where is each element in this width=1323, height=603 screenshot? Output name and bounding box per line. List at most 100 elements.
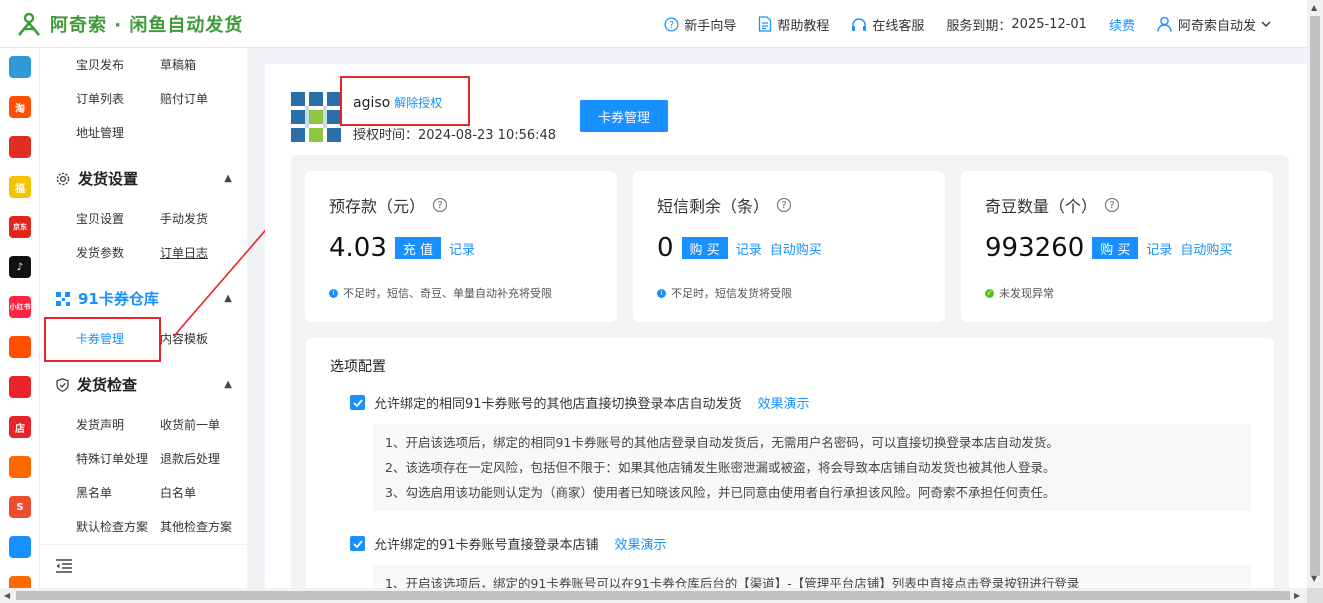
help-tutorial-link[interactable]: 帮助教程 [758, 15, 829, 34]
menu-item-special-orders[interactable]: 特殊订单处理 [76, 450, 148, 467]
app-title: 阿奇索 · 闲鱼自动发货 [50, 14, 244, 36]
buy-button[interactable]: 购 买 [681, 237, 728, 259]
stat-value: 993260 [985, 233, 1085, 263]
shopee-icon[interactable]: S [9, 496, 31, 518]
thumb-icon[interactable] [9, 376, 31, 398]
scroll-up-icon[interactable]: ▲ [1311, 3, 1317, 12]
scrollbar-corner [1307, 588, 1323, 603]
xiaohongshu-icon[interactable]: 小红书 [9, 296, 31, 318]
horizontal-scrollbar[interactable]: ◀ ▶ [0, 588, 1307, 603]
dian-icon[interactable]: 店 [9, 416, 31, 438]
scroll-left-icon[interactable]: ◀ [4, 591, 10, 600]
menu-collapse-icon[interactable] [56, 559, 72, 573]
options-section: 选项配置 允许绑定的相同91卡券账号的其他店直接切换登录本店自动发货 效果演示 … [306, 338, 1274, 588]
vertical-scroll-thumb[interactable] [1310, 16, 1320, 576]
demo-link[interactable]: 效果演示 [758, 393, 810, 412]
menu-item-publish[interactable]: 宝贝发布 [76, 56, 124, 73]
options-title: 选项配置 [330, 359, 386, 375]
more-icon[interactable] [9, 576, 31, 588]
fuli-icon[interactable]: 福 [9, 176, 31, 198]
auto-buy-link[interactable]: 自动购买 [1180, 239, 1232, 258]
card-management-button[interactable]: 卡券管理 [580, 100, 668, 132]
chevron-up-icon: ▲ [224, 379, 232, 390]
record-link[interactable]: 记录 [449, 239, 475, 258]
stat-card-deposit: 预存款（元）? 4.03 充 值 记录 i 不足时，短信、奇豆、单量自动补充将受限 [305, 171, 617, 322]
shield-check-icon [56, 377, 69, 392]
service-expiry-label: 服务到期： [946, 18, 1012, 34]
buy-button[interactable]: 购 买 [1092, 237, 1139, 259]
group-title: 91卡券仓库 [78, 290, 159, 308]
menu-item-address[interactable]: 地址管理 [76, 124, 124, 141]
menu-item-other-check[interactable]: 其他检查方案 [160, 518, 232, 535]
stats-panel: 预存款（元）? 4.03 充 值 记录 i 不足时，短信、奇豆、单量自动补充将受限… [291, 155, 1289, 588]
pinduoduo-icon[interactable] [9, 136, 31, 158]
stat-note: 未发现异常 [999, 287, 1054, 300]
check-circle-icon: ✓ [985, 288, 994, 298]
main-content: agiso 解除授权 授权时间：2024-08-23 10:56:48 卡券管理 … [265, 64, 1307, 588]
jd-icon[interactable]: 京东 [9, 216, 31, 238]
recharge-button[interactable]: 充 值 [394, 237, 442, 259]
tutorial-label: 帮助教程 [777, 18, 830, 34]
menu-item-item-settings[interactable]: 宝贝设置 [76, 210, 124, 227]
stat-label: 短信剩余（条） [657, 197, 770, 216]
help-icon[interactable]: ? [777, 198, 792, 212]
qr-icon [56, 291, 70, 306]
card-warehouse-logo-icon [291, 92, 341, 142]
menu-group-delivery-check[interactable]: 发货检查 ▲ [56, 374, 232, 395]
checkmark-icon [352, 539, 363, 548]
menu-item-blacklist[interactable]: 黑名单 [76, 484, 112, 501]
menu-item-delivery-statement[interactable]: 发货声明 [76, 416, 124, 433]
option-description: 1、开启该选项后，绑定的相同91卡券账号的其他店登录自动发货后，无需用户名密码，… [373, 424, 1251, 511]
info-icon: i [657, 288, 666, 298]
qr-app-icon[interactable] [9, 56, 31, 78]
option-row: 允许绑定的91卡券账号直接登录本店铺 效果演示 [350, 534, 667, 553]
demo-link[interactable]: 效果演示 [615, 534, 667, 553]
menu-item-orders[interactable]: 订单列表 [76, 90, 124, 107]
option-description: 1、开启该选项后，绑定的91卡券账号可以在91卡券仓库后台的【渠道】-【管理平台… [373, 565, 1251, 588]
menu-footer [40, 544, 247, 588]
menu-item-after-refund[interactable]: 退款后处理 [160, 450, 220, 467]
scroll-down-icon[interactable]: ▼ [1311, 574, 1317, 583]
support-label: 在线客服 [872, 18, 925, 34]
online-support-link[interactable]: 在线客服 [851, 15, 924, 34]
taobao-icon[interactable]: 淘 [9, 96, 31, 118]
highlight-box-account [340, 76, 470, 126]
option-checkbox[interactable] [350, 536, 365, 551]
menu-item-drafts[interactable]: 草稿箱 [160, 56, 196, 73]
checkmark-icon [352, 398, 363, 407]
menu-item-whitelist[interactable]: 白名单 [160, 484, 196, 501]
menu-item-delivery-params[interactable]: 发货参数 [76, 244, 124, 261]
option-label: 允许绑定的91卡券账号直接登录本店铺 [374, 538, 599, 553]
option-row: 允许绑定的相同91卡券账号的其他店直接切换登录本店自动发货 效果演示 [350, 393, 810, 412]
auto-buy-link[interactable]: 自动购买 [770, 239, 822, 258]
kuaishou-icon[interactable] [9, 336, 31, 358]
horizontal-scroll-thumb[interactable] [16, 591, 1290, 600]
user-name: 阿奇索自动发 [1177, 18, 1256, 34]
user-menu[interactable]: 阿奇索自动发 [1157, 15, 1271, 34]
douyin-icon[interactable]: ♪ [9, 256, 31, 278]
stat-note: 不足时，短信、奇豆、单量自动补充将受限 [343, 287, 552, 300]
stat-card-sms: 短信剩余（条）? 0 购 买 记录 自动购买 i 不足时，短信发货将受限 [633, 171, 945, 322]
record-link[interactable]: 记录 [1146, 239, 1172, 258]
group-title: 发货设置 [78, 170, 139, 188]
link-icon[interactable] [9, 536, 31, 558]
help-icon[interactable]: ? [1105, 198, 1120, 212]
option-checkbox[interactable] [350, 395, 365, 410]
vertical-scrollbar[interactable]: ▲ ▼ [1307, 0, 1323, 588]
info-icon: i [329, 288, 338, 298]
service-expiry: 服务到期： 2025-12-01 [946, 15, 1087, 34]
menu-item-default-check[interactable]: 默认检查方案 [76, 518, 148, 535]
stat-value: 0 [657, 233, 674, 263]
bag-icon[interactable] [9, 456, 31, 478]
svg-text:?: ? [669, 19, 674, 30]
brand[interactable]: 阿奇索 · 闲鱼自动发货 [16, 11, 243, 37]
menu-item-pre-receipt[interactable]: 收货前一单 [160, 416, 220, 433]
help-icon[interactable]: ? [433, 198, 448, 212]
stat-label: 预存款（元） [329, 197, 426, 216]
new-user-guide-link[interactable]: ? 新手向导 [664, 15, 736, 34]
scroll-right-icon[interactable]: ▶ [1294, 591, 1300, 600]
description-line: 1、开启该选项后，绑定的相同91卡券账号的其他店登录自动发货后，无需用户名密码，… [385, 435, 1059, 450]
renew-link[interactable]: 续费 [1109, 15, 1135, 34]
record-link[interactable]: 记录 [736, 239, 762, 258]
menu-item-compensation[interactable]: 赔付订单 [160, 90, 208, 107]
